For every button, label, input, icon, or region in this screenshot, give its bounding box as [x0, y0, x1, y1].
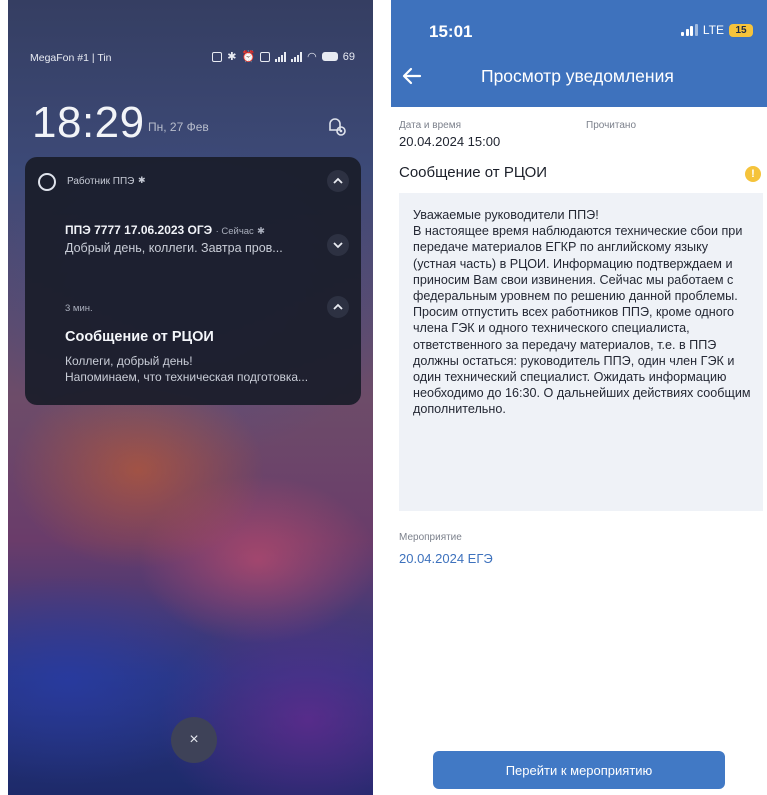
- notification-body-line: Напоминаем, что техническая подготовка..…: [65, 370, 309, 384]
- chevron-down-icon: [333, 242, 343, 249]
- signal-icon: [681, 24, 698, 36]
- chevron-up-icon: [333, 177, 343, 184]
- status-time: 15:01: [429, 22, 473, 41]
- battery-icon: [321, 52, 338, 61]
- battery-icon: 15: [729, 23, 753, 37]
- clear-notifications-button[interactable]: ×: [171, 717, 217, 763]
- screenshot-composite: MegaFon #1 | Tin ✱ ⏰ ◠ 69 18:29 Пн, 27 Ф…: [0, 0, 767, 795]
- notification-group[interactable]: Работник ППЭ ✱ ППЭ 7777 17.06.2023 ОГЭ ·…: [25, 157, 361, 405]
- notification-body: Добрый день, коллеги. Завтра пров...: [65, 241, 283, 255]
- signal-icon-2: [291, 51, 303, 62]
- alarm-clock-icon: ⏰: [241, 51, 256, 63]
- lockscreen-status-bar: MegaFon #1 | Tin ✱ ⏰ ◠ 69: [30, 50, 363, 66]
- notification-time: · Сейчас: [215, 226, 254, 237]
- notification-title[interactable]: Сообщение от РЦОИ: [65, 329, 214, 345]
- message-body: Уважаемые руководители ППЭ! В настоящее …: [413, 208, 751, 417]
- notification-app-name: Работник ППЭ: [67, 176, 135, 187]
- status-icons: ✱ ⏰ ◠ 69: [212, 50, 355, 63]
- collapse-notification-button[interactable]: [327, 296, 349, 318]
- message-box: Уважаемые руководители ППЭ! В настоящее …: [399, 193, 763, 511]
- date-value: 20.04.2024 15:00: [399, 134, 501, 149]
- signal-icon: [275, 51, 287, 62]
- collapse-group-button[interactable]: [327, 170, 349, 192]
- notification-body: Коллеги, добрый день! Напоминаем, что те…: [65, 353, 355, 385]
- notification-item[interactable]: ППЭ 7777 17.06.2023 ОГЭ · Сейчас ✱ Добры…: [65, 223, 355, 255]
- status-icons: LTE 15: [681, 23, 753, 37]
- notification-title-text: ППЭ 7777 17.06.2023 ОГЭ: [65, 223, 213, 237]
- alarm-icon[interactable]: [325, 115, 347, 137]
- warning-icon: !: [745, 166, 761, 182]
- warning-symbol: !: [751, 168, 755, 180]
- lockscreen: MegaFon #1 | Tin ✱ ⏰ ◠ 69 18:29 Пн, 27 Ф…: [8, 0, 373, 795]
- message-title: Сообщение от РЦОИ: [399, 164, 548, 181]
- sim-icon: [260, 51, 271, 62]
- go-to-event-button[interactable]: Перейти к мероприятию: [433, 751, 725, 789]
- event-label: Мероприятие: [399, 532, 462, 543]
- notification-view-screen: 15:01 LTE 15 Просмотр уведомления Дата и…: [391, 0, 767, 795]
- nfc-icon: [212, 51, 223, 62]
- app-header: 15:01 LTE 15 Просмотр уведомления: [391, 0, 767, 107]
- notification-time-ago: 3 мин.: [65, 303, 93, 314]
- page-title: Просмотр уведомления: [481, 66, 674, 86]
- notification-body-line: Коллеги, добрый день!: [65, 354, 193, 368]
- expand-notification-button[interactable]: [327, 234, 349, 256]
- lockscreen-clock: 18:29: [32, 98, 145, 147]
- date-label: Дата и время: [399, 120, 462, 131]
- network-type: LTE: [702, 23, 724, 37]
- battery-level: 69: [342, 50, 355, 63]
- bell-icon: ✱: [138, 175, 146, 185]
- wifi-icon: ◠: [307, 51, 317, 63]
- notification-title: ППЭ 7777 17.06.2023 ОГЭ · Сейчас ✱: [65, 223, 355, 237]
- close-icon: ×: [189, 731, 199, 748]
- event-link[interactable]: 20.04.2024 ЕГЭ: [399, 551, 493, 566]
- notification-app-header: Работник ППЭ ✱: [38, 173, 348, 193]
- back-arrow-icon[interactable]: [399, 63, 425, 89]
- bluetooth-icon: ✱: [227, 51, 237, 63]
- bell-small-icon: ✱: [257, 226, 266, 237]
- lockscreen-date: Пн, 27 Фев: [148, 120, 209, 134]
- read-status: Прочитано: [586, 120, 636, 131]
- battery-level: 15: [735, 24, 747, 36]
- app-icon: [38, 173, 56, 191]
- chevron-up-icon: [333, 303, 343, 310]
- carrier-name: MegaFon #1 | Tin: [30, 52, 112, 64]
